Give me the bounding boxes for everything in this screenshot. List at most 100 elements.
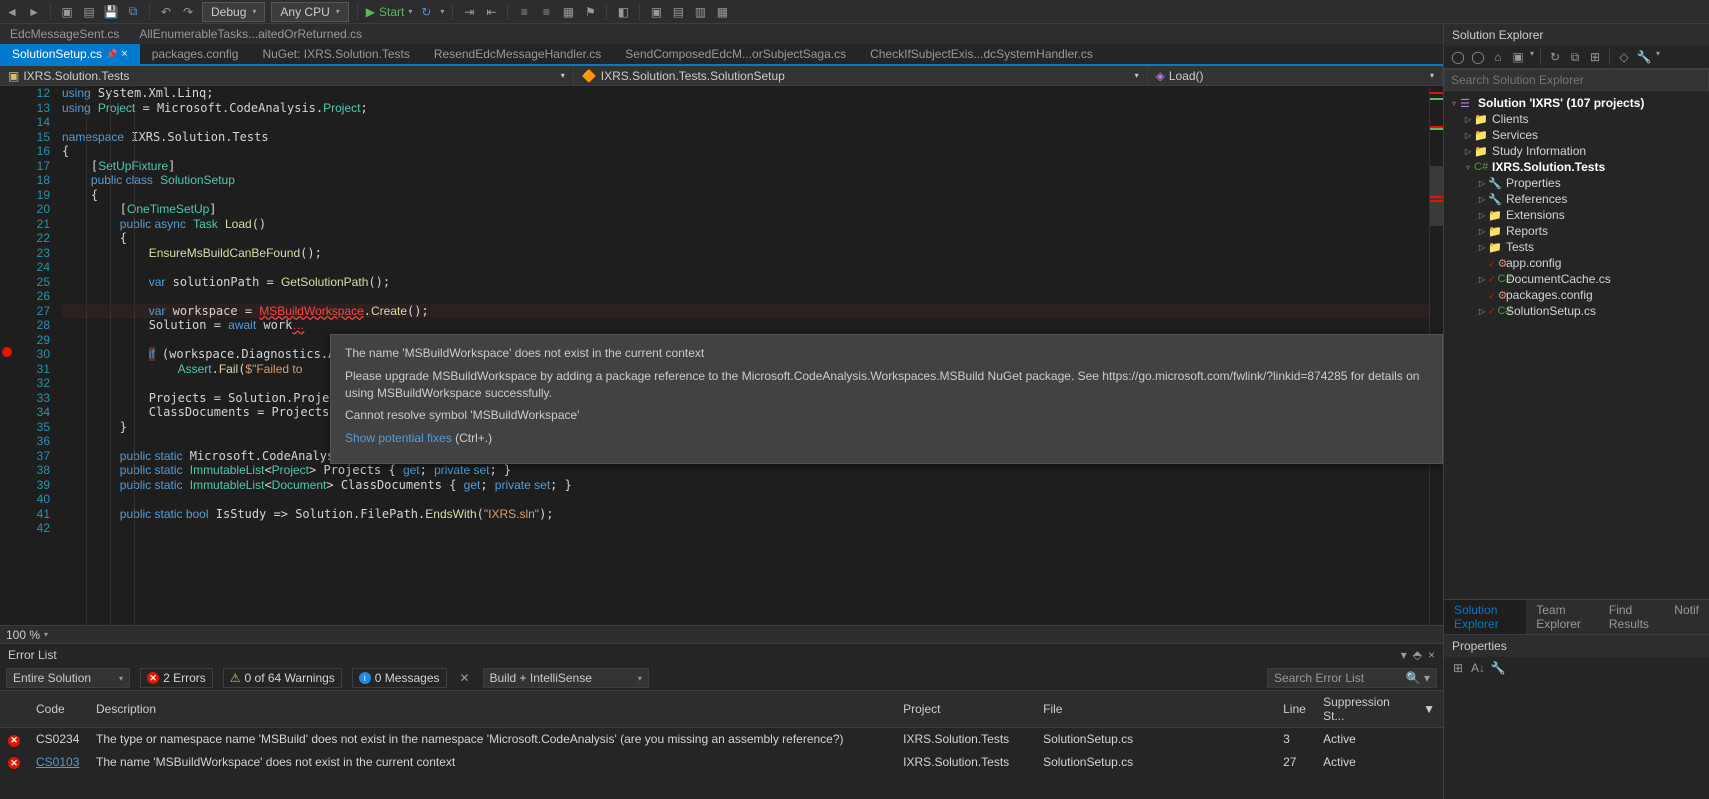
solution-explorer-header: Solution Explorer [1444,24,1709,46]
ext5-icon[interactable]: ▦ [714,4,730,20]
col-supp[interactable]: Suppression St... [1315,691,1415,728]
nav-fwd-icon[interactable]: ► [26,4,42,20]
error-grid[interactable]: Code Description Project File Line Suppr… [0,691,1443,799]
tab-solutionsetup[interactable]: SolutionSetup.cs📌× [0,44,140,64]
tree-node[interactable]: ▷ 📁 Tests [1444,239,1709,255]
new-icon[interactable]: ▣ [59,4,75,20]
undo-icon[interactable]: ↶ [158,4,174,20]
tree-node[interactable]: ⚙ app.config [1444,255,1709,271]
tree-node[interactable]: ▷ C# SolutionSetup.cs [1444,303,1709,319]
solution-tree[interactable]: ▿☰Solution 'IXRS' (107 projects) ▷ 📁 Cli… [1444,91,1709,599]
tab-sendcomposed[interactable]: SendComposedEdcM...orSubjectSaga.cs [613,44,858,64]
pin-panel-icon[interactable]: ⬘ [1413,648,1422,662]
close-panel-icon[interactable]: × [1428,648,1435,662]
scope-dropdown[interactable]: Entire Solution▾ [6,668,130,688]
open-icon[interactable]: ▤ [81,4,97,20]
col-line[interactable]: Line [1275,691,1315,728]
scope-icon[interactable]: ▣ [1510,49,1526,65]
tab-find-results[interactable]: Find Results [1599,600,1664,634]
fix-shortcut: (Ctrl+.) [455,431,492,445]
sidebar-tabs: Solution Explorer Team Explorer Find Res… [1444,599,1709,634]
pin-icon[interactable]: 📌 [106,49,117,60]
col-project[interactable]: Project [895,691,1035,728]
search-solution-explorer[interactable] [1444,69,1709,91]
step2-icon[interactable]: ⇤ [483,4,499,20]
nav-member[interactable]: ◈Load()▾ [1148,66,1443,85]
code-editor[interactable]: 1213141516171819202122232425262728293031… [0,86,1443,625]
messages-filter[interactable]: i0 Messages [352,668,447,688]
showall-icon[interactable]: ◇ [1616,49,1632,65]
tree-node[interactable]: ▷ 📁 Services [1444,127,1709,143]
col-code[interactable]: Code [28,691,88,728]
dropdown-icon[interactable]: ▾ [1401,648,1407,662]
step-icon[interactable]: ⇥ [461,4,477,20]
ext4-icon[interactable]: ▥ [692,4,708,20]
tab-nuget[interactable]: NuGet: IXRS.Solution.Tests [250,44,421,64]
warnings-filter[interactable]: ⚠0 of 64 Warnings [223,668,342,688]
bookmark-icon[interactable]: ⚑ [582,4,598,20]
tab-resend[interactable]: ResendEdcMessageHandler.cs [422,44,613,64]
start-button[interactable]: ▶ Start ▾ [366,5,413,19]
tree-node[interactable]: ▷ 📁 Clients [1444,111,1709,127]
outdent-icon[interactable]: ≡ [538,4,554,20]
properties-header: Properties [1444,635,1709,657]
alpha-icon[interactable]: A↓ [1470,660,1486,676]
tree-node[interactable]: ⚙ packages.config [1444,287,1709,303]
indent-icon[interactable]: ≡ [516,4,532,20]
home-icon[interactable]: ⌂ [1490,49,1506,65]
filter-icon[interactable]: ▼ [1415,691,1443,728]
redo-icon[interactable]: ↷ [180,4,196,20]
tooltip-line3: Cannot resolve symbol 'MSBuildWorkspace' [345,407,1428,424]
tab-edcmessagesent[interactable]: EdcMessageSent.cs [0,24,129,44]
fwd-icon[interactable]: ◯ [1470,49,1486,65]
col-desc[interactable]: Description [88,691,895,728]
tree-node[interactable]: ▿ C# IXRS.Solution.Tests [1444,159,1709,175]
sync-icon[interactable]: ⊞ [1587,49,1603,65]
props-icon[interactable]: 🔧 [1636,49,1652,65]
save-icon[interactable]: 💾 [103,4,119,20]
ext1-icon[interactable]: ◧ [615,4,631,20]
error-list-panel: Error List ▾ ⬘ × Entire Solution▾ ✕2 Err… [0,643,1443,799]
tab-notifications[interactable]: Notif [1664,600,1709,634]
tree-node[interactable]: ▷ C# DocumentCache.cs [1444,271,1709,287]
collapse-icon[interactable]: ⧉ [1567,49,1583,65]
col-file[interactable]: File [1035,691,1275,728]
tab-allenumerable[interactable]: AllEnumerableTasks...aitedOrReturned.cs [129,24,372,44]
platform-dropdown[interactable]: Any CPU▾ [271,2,348,22]
wrench-icon[interactable]: 🔧 [1490,660,1506,676]
clear-icon[interactable]: ✕ [457,670,473,686]
errors-filter[interactable]: ✕2 Errors [140,668,213,688]
refresh-icon[interactable]: ↻ [418,4,434,20]
tab-packagesconfig[interactable]: packages.config [140,44,251,64]
error-search[interactable]: Search Error List🔍 ▾ [1267,668,1437,688]
zoom-bar: 100 %▾ [0,625,1443,643]
comment-icon[interactable]: ▦ [560,4,576,20]
save-all-icon[interactable]: ⧉ [125,4,141,20]
nav-class[interactable]: 🔶IXRS.Solution.Tests.SolutionSetup▾ [574,66,1148,85]
config-dropdown[interactable]: Debug▾ [202,2,265,22]
main-toolbar: ◄ ► ▣ ▤ 💾 ⧉ ↶ ↷ Debug▾ Any CPU▾ ▶ Start … [0,0,1709,24]
nav-back-icon[interactable]: ◄ [4,4,20,20]
tree-node[interactable]: ▷ 📁 Study Information [1444,143,1709,159]
categorize-icon[interactable]: ⊞ [1450,660,1466,676]
show-fixes-link[interactable]: Show potential fixes [345,431,452,445]
source-dropdown[interactable]: Build + IntelliSense▾ [483,668,649,688]
solution-root[interactable]: ▿☰Solution 'IXRS' (107 projects) [1444,95,1709,111]
error-list-title: Error List ▾ ⬘ × [0,644,1443,666]
zoom-level[interactable]: 100 % [6,628,40,642]
back-icon[interactable]: ◯ [1450,49,1466,65]
error-row[interactable]: ✕ CS0103 The name 'MSBuildWorkspace' doe… [0,751,1443,774]
tab-solution-explorer[interactable]: Solution Explorer [1444,600,1526,634]
tree-node[interactable]: ▷ 📁 Reports [1444,223,1709,239]
tab-checksubject[interactable]: CheckIfSubjectExis...dcSystemHandler.cs [858,44,1105,64]
tab-team-explorer[interactable]: Team Explorer [1526,600,1599,634]
refresh-se-icon[interactable]: ↻ [1547,49,1563,65]
close-icon[interactable]: × [121,48,127,60]
ext2-icon[interactable]: ▣ [648,4,664,20]
tree-node[interactable]: ▷ 📁 Extensions [1444,207,1709,223]
nav-project[interactable]: ▣IXRS.Solution.Tests▾ [0,66,574,85]
tree-node[interactable]: ▷ 🔧 Properties [1444,175,1709,191]
ext3-icon[interactable]: ▤ [670,4,686,20]
error-row[interactable]: ✕ CS0234 The type or namespace name 'MSB… [0,728,1443,751]
tree-node[interactable]: ▷ 🔧 References [1444,191,1709,207]
